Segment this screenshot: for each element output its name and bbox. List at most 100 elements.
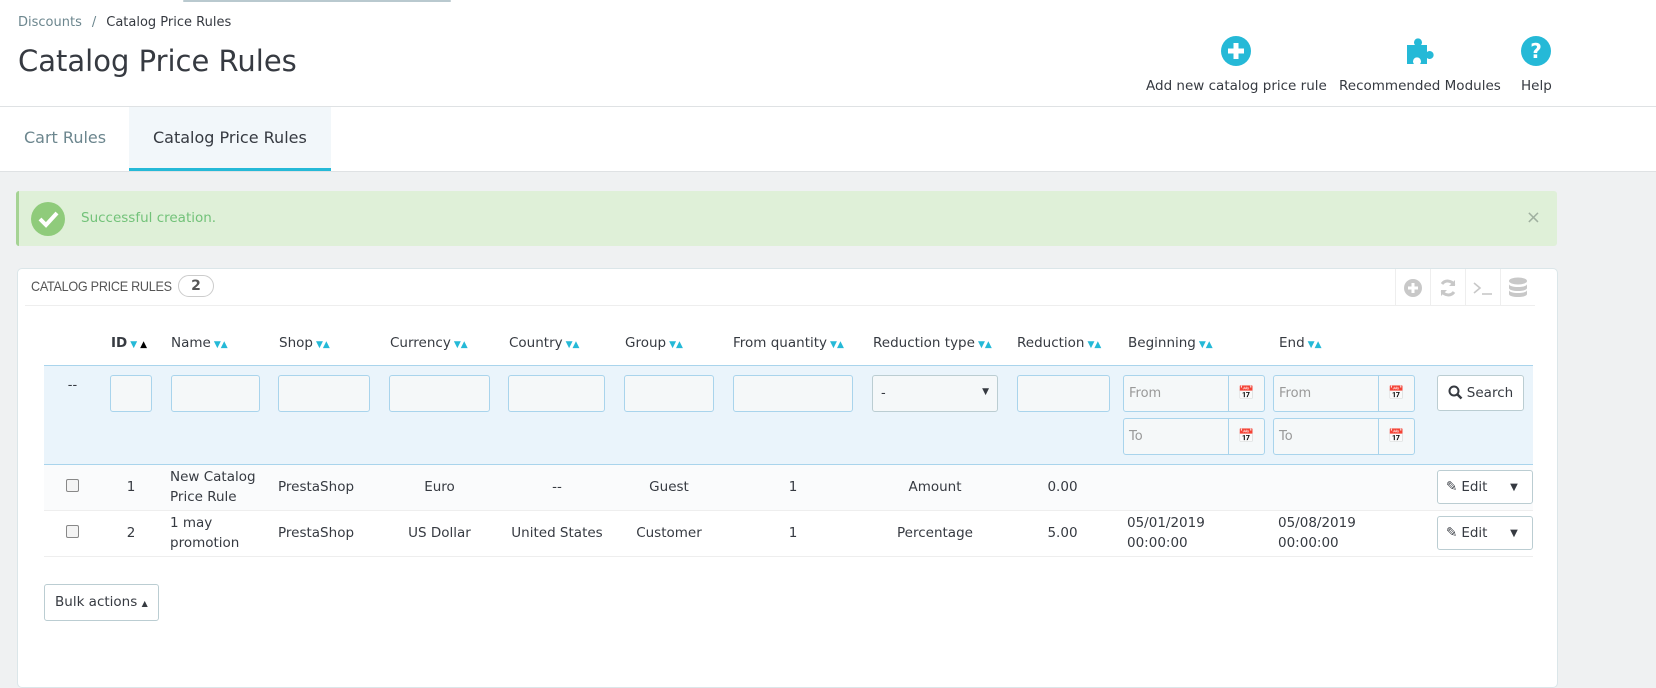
tab-cart-rules[interactable]: Cart Rules xyxy=(0,107,130,171)
filter-row: -- - From 📅 To 📅 From 📅 To 📅 Search xyxy=(44,365,1533,464)
caret-down-icon[interactable]: ▼ xyxy=(1496,471,1532,503)
close-icon[interactable]: × xyxy=(1526,207,1541,228)
row-checkbox[interactable] xyxy=(66,524,79,538)
column-header-id[interactable]: ID ▼ ▲ xyxy=(101,321,161,365)
cell-id: 1 xyxy=(101,464,161,511)
column-header-currency[interactable]: Currency ▼▲ xyxy=(380,321,499,365)
caret-down-icon[interactable]: ▼ xyxy=(1496,517,1532,549)
cell-reduction-type: Amount xyxy=(863,464,1007,511)
count-badge: 2 xyxy=(178,275,214,297)
sort-desc-icon[interactable]: ▼▲ xyxy=(214,340,228,350)
success-alert: Successful creation. × xyxy=(16,191,1557,246)
sort-desc-icon[interactable]: ▼▲ xyxy=(1199,340,1213,350)
filter-reduction-input[interactable] xyxy=(1017,374,1110,412)
calendar-icon[interactable]: 📅 xyxy=(1378,418,1414,454)
from-placeholder: From xyxy=(1279,385,1312,401)
tab-catalog-price-rules[interactable]: Catalog Price Rules xyxy=(129,107,331,171)
filter-from-quantity-input[interactable] xyxy=(733,374,853,412)
cell-name: New Catalog Price Rule xyxy=(161,464,269,511)
sort-desc-icon[interactable]: ▼▲ xyxy=(830,340,844,350)
search-button[interactable]: Search xyxy=(1437,374,1524,411)
to-placeholder: To xyxy=(1129,428,1143,444)
pencil-icon: ✎ xyxy=(1446,479,1458,495)
end-from-datepicker[interactable]: From 📅 xyxy=(1273,374,1415,412)
sort-desc-icon[interactable]: ▼▲ xyxy=(566,340,580,350)
sort-desc-icon[interactable]: ▼▲ xyxy=(1088,340,1102,350)
sort-desc-icon[interactable]: ▼▲ xyxy=(669,340,683,350)
column-header-name[interactable]: Name ▼▲ xyxy=(161,321,269,365)
sort-asc-icon[interactable]: ▲ xyxy=(140,340,147,350)
cell-currency: US Dollar xyxy=(380,510,499,557)
filter-name-input[interactable] xyxy=(171,374,260,412)
plus-circle-icon xyxy=(1221,36,1252,66)
column-header-from-quantity[interactable]: From quantity ▼▲ xyxy=(723,321,863,365)
edit-button-group: ✎ Edit ▼ xyxy=(1437,516,1533,550)
breadcrumb-current: Catalog Price Rules xyxy=(106,15,232,30)
filter-currency-input[interactable] xyxy=(389,374,490,412)
beginning-from-datepicker[interactable]: From 📅 xyxy=(1123,374,1265,412)
add-catalog-price-rule-button[interactable]: Add new catalog price rule xyxy=(1146,36,1327,94)
pencil-icon: ✎ xyxy=(1446,525,1458,541)
filter-id-input[interactable] xyxy=(110,374,152,412)
column-header-country[interactable]: Country ▼▲ xyxy=(499,321,615,365)
from-placeholder: From xyxy=(1129,385,1162,401)
edit-button-group: ✎ Edit ▼ xyxy=(1437,470,1533,504)
page-header: Discounts / Catalog Price Rules Catalog Pr… xyxy=(0,0,1656,107)
panel-heading: CATALOG PRICE RULES 2 xyxy=(25,269,1535,306)
breadcrumb-parent[interactable]: Discounts xyxy=(18,15,82,30)
breadcrumb-separator: / xyxy=(91,15,97,30)
svg-text:?: ? xyxy=(1531,39,1543,63)
filter-group-input[interactable] xyxy=(624,374,714,412)
cell-reduction: 5.00 xyxy=(1007,510,1118,557)
filter-country-input[interactable] xyxy=(508,374,605,412)
add-new-icon[interactable] xyxy=(1395,269,1430,306)
sort-desc-icon[interactable]: ▼▲ xyxy=(978,340,992,350)
help-button[interactable]: ? Help xyxy=(1521,36,1552,94)
calendar-icon[interactable]: 📅 xyxy=(1228,375,1264,411)
cell-group: Customer xyxy=(615,510,723,557)
check-circle-icon xyxy=(31,202,65,236)
rules-table: ID ▼ ▲ Name ▼▲ Shop ▼▲ Currency ▼▲ Country ▼▲ … xyxy=(44,321,1533,557)
cell-end xyxy=(1269,464,1421,511)
column-header-end[interactable]: End ▼▲ xyxy=(1269,321,1421,365)
edit-button[interactable]: ✎ Edit xyxy=(1438,517,1496,549)
filter-dash: -- xyxy=(44,365,101,464)
calendar-icon[interactable]: 📅 xyxy=(1378,375,1414,411)
edit-button[interactable]: ✎ Edit xyxy=(1438,471,1496,503)
cell-country: United States xyxy=(499,510,615,557)
column-header-reduction[interactable]: Reduction ▼▲ xyxy=(1007,321,1118,365)
help-icon: ? xyxy=(1521,36,1552,66)
caret-up-icon: ▲ xyxy=(141,599,148,608)
sort-desc-icon[interactable]: ▼▲ xyxy=(454,340,468,350)
modules-label: Recommended Modules xyxy=(1339,78,1501,94)
end-to-datepicker[interactable]: To 📅 xyxy=(1273,417,1415,455)
sql-query-icon[interactable] xyxy=(1465,269,1500,306)
table-row[interactable]: 2 1 may promotion PrestaShop US Dollar U… xyxy=(44,510,1533,557)
table-row[interactable]: 1 New Catalog Price Rule PrestaShop Euro… xyxy=(44,464,1533,511)
column-header-beginning[interactable]: Beginning ▼▲ xyxy=(1118,321,1269,365)
cell-country: -- xyxy=(499,464,615,511)
cell-beginning: 05/01/2019 00:00:00 xyxy=(1118,510,1269,557)
sort-desc-icon[interactable]: ▼ xyxy=(130,340,137,350)
cell-end: 05/08/2019 00:00:00 xyxy=(1269,510,1421,557)
column-header-reduction-type[interactable]: Reduction type ▼▲ xyxy=(863,321,1007,365)
row-checkbox[interactable] xyxy=(66,478,79,492)
calendar-icon[interactable]: 📅 xyxy=(1228,418,1264,454)
refresh-icon[interactable] xyxy=(1430,269,1465,306)
column-header-shop[interactable]: Shop ▼▲ xyxy=(269,321,380,365)
beginning-to-datepicker[interactable]: To 📅 xyxy=(1123,417,1265,455)
cell-beginning xyxy=(1118,464,1269,511)
alert-message: Successful creation. xyxy=(81,210,217,226)
filter-reduction-type-select[interactable]: - xyxy=(872,374,998,412)
recommended-modules-button[interactable]: Recommended Modules xyxy=(1339,36,1501,94)
sort-desc-icon[interactable]: ▼▲ xyxy=(1308,340,1322,350)
cell-id: 2 xyxy=(101,510,161,557)
filter-shop-input[interactable] xyxy=(278,374,370,412)
column-header-group[interactable]: Group ▼▲ xyxy=(615,321,723,365)
cell-reduction-type: Percentage xyxy=(863,510,1007,557)
help-label: Help xyxy=(1521,78,1552,94)
bulk-actions-button[interactable]: Bulk actions ▲ xyxy=(44,584,159,621)
sort-desc-icon[interactable]: ▼▲ xyxy=(316,340,330,350)
database-icon[interactable] xyxy=(1500,269,1535,306)
search-icon xyxy=(1448,385,1463,400)
